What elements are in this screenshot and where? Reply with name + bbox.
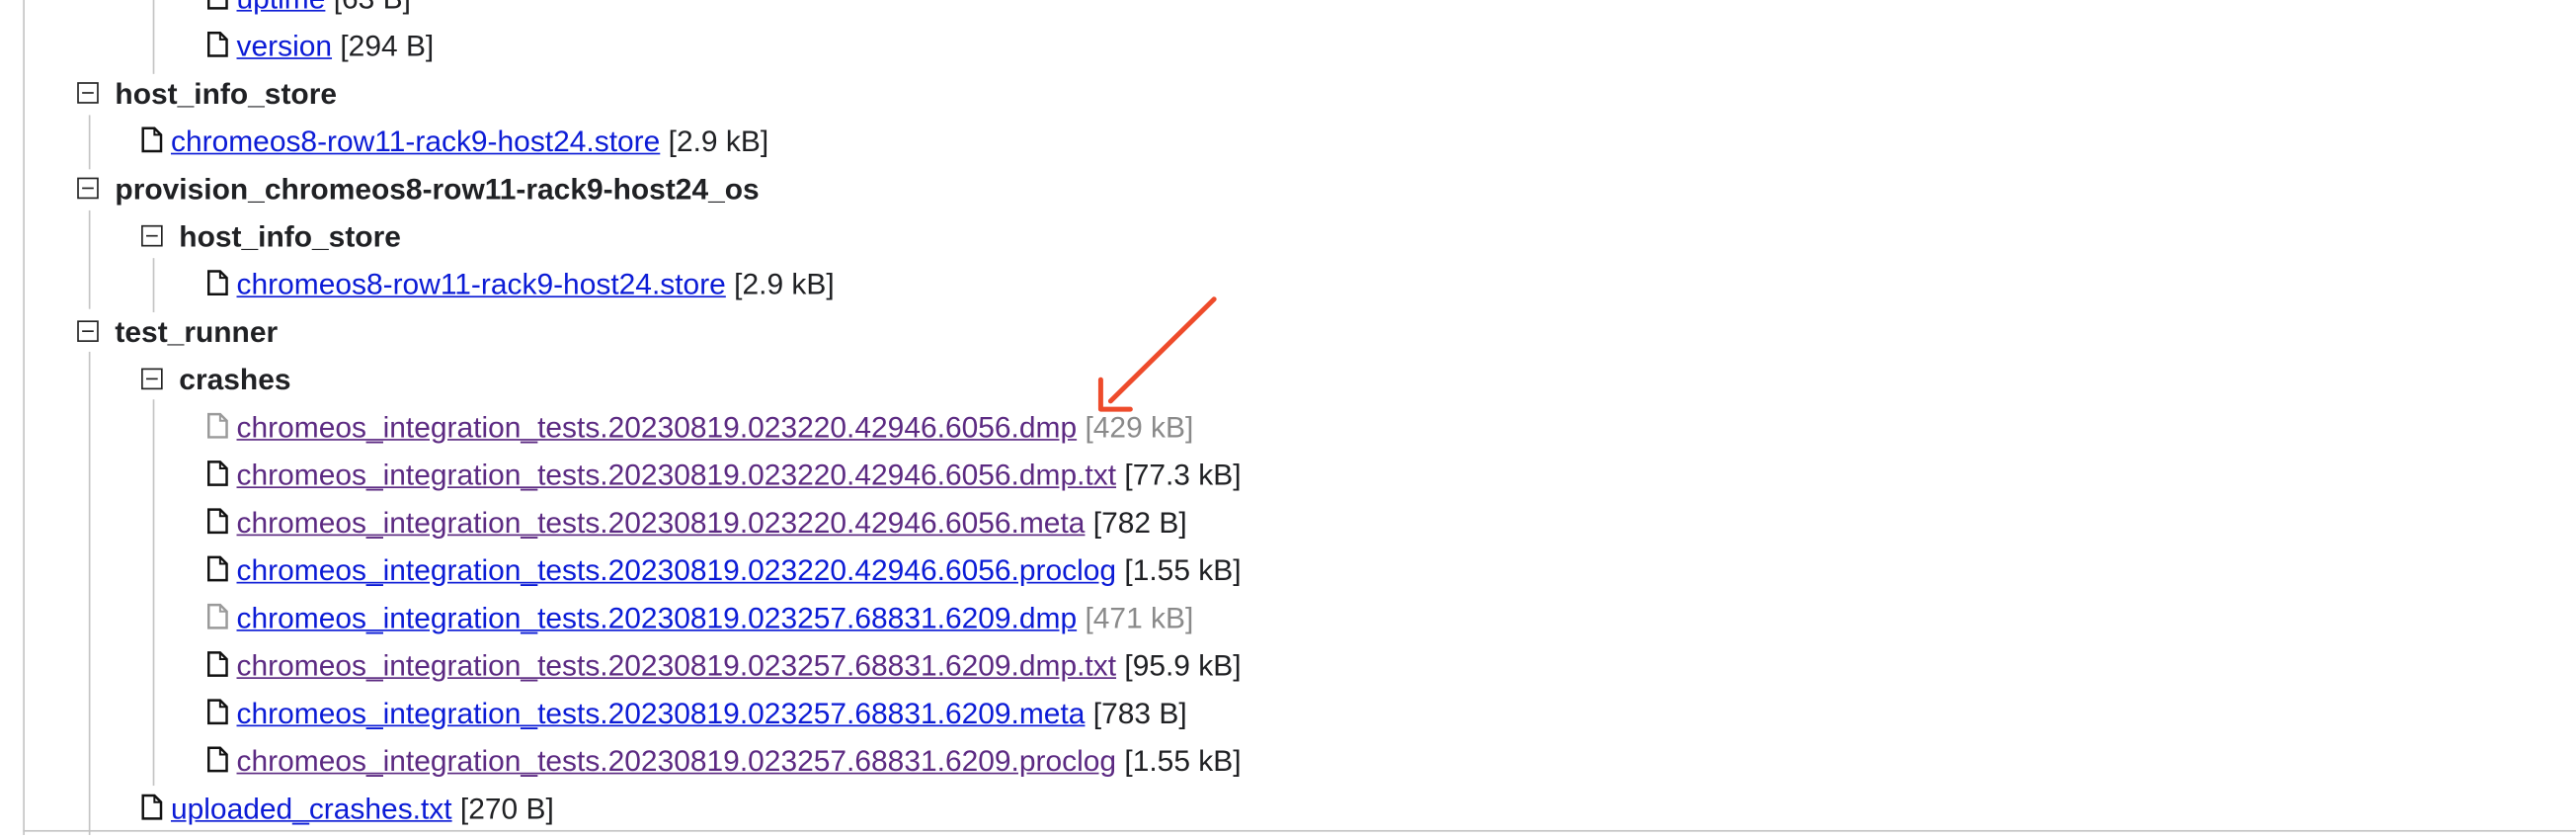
collapse-toggle-icon[interactable] — [77, 177, 99, 200]
tree-folder-row: provision_chromeos8-row11-rack9-host24_o… — [77, 166, 760, 213]
folder-name: test_runner — [115, 315, 279, 349]
file-link[interactable]: chromeos_integration_tests.20230819.0232… — [237, 649, 1117, 682]
file-icon — [206, 555, 229, 582]
file-icon — [206, 699, 229, 725]
file-icon — [206, 270, 229, 296]
tree-file-row: chromeos8-row11-rack9-host24.store [2.9 k… — [206, 261, 835, 308]
file-link[interactable]: chromeos8-row11-rack9-host24.store — [237, 268, 726, 300]
tree-file-row: chromeos_integration_tests.20230819.0232… — [206, 691, 1187, 738]
file-icon — [206, 461, 229, 487]
file-link[interactable]: chromeos_integration_tests.20230819.0232… — [237, 554, 1117, 587]
folder-name: host_info_store — [115, 77, 338, 111]
tree-file-row: chromeos_integration_tests.20230819.0232… — [206, 595, 1194, 642]
file-size: [429 kB] — [1085, 410, 1194, 445]
tree-file-row: uptime [63 B] — [206, 0, 411, 23]
folder-name: provision_chromeos8-row11-rack9-host24_o… — [115, 172, 760, 206]
file-size: [2.9 kB] — [668, 125, 769, 158]
file-icon — [141, 126, 163, 153]
collapse-toggle-icon[interactable] — [77, 320, 99, 342]
file-size: [95.9 kB] — [1124, 649, 1242, 683]
file-icon — [206, 651, 229, 678]
file-icon — [206, 412, 229, 439]
tree-file-row: chromeos_integration_tests.20230819.0232… — [206, 404, 1194, 452]
file-size: [471 kB] — [1085, 601, 1194, 635]
folder-name: host_info_store — [179, 219, 401, 254]
file-link[interactable]: chromeos_integration_tests.20230819.0232… — [237, 459, 1117, 491]
file-link[interactable]: chromeos_integration_tests.20230819.0232… — [237, 602, 1078, 634]
folder-name: crashes — [179, 363, 291, 396]
tree-guide-line — [88, 351, 91, 835]
file-icon — [206, 32, 229, 58]
file-link[interactable]: chromeos8-row11-rack9-host24.store — [171, 125, 660, 157]
tree-folder-row: test_runner — [77, 309, 278, 357]
file-size: [63 B] — [334, 0, 411, 15]
tree-file-row: version [294 B] — [206, 23, 435, 70]
file-tree-view: uptime[63 B]version[294 B]host_info_stor… — [0, 0, 2576, 835]
file-icon — [206, 508, 229, 535]
tree-file-row: uploaded_crashes.txt [270 B] — [141, 786, 554, 833]
file-link[interactable]: chromeos_integration_tests.20230819.0232… — [237, 411, 1078, 444]
tree-guide-line — [152, 0, 155, 74]
tree-guide-line — [88, 115, 91, 170]
file-link[interactable]: uptime — [237, 0, 326, 15]
tree-folder-row: host_info_store — [77, 71, 337, 119]
tree-guide-line — [152, 258, 155, 313]
tree-file-row: chromeos_integration_tests.20230819.0232… — [206, 738, 1242, 786]
file-size: [1.55 kB] — [1124, 553, 1242, 587]
tree-file-row: chromeos8-row11-rack9-host24.store [2.9 k… — [141, 119, 768, 166]
tree-folder-row: crashes — [141, 357, 291, 404]
file-link[interactable]: uploaded_crashes.txt — [171, 793, 452, 825]
file-icon — [206, 746, 229, 773]
tree-guide-line — [23, 0, 25, 835]
collapse-toggle-icon[interactable] — [77, 82, 99, 104]
tree-file-row: chromeos_integration_tests.20230819.0232… — [206, 452, 1242, 499]
tree-folder-row: host_info_store — [141, 213, 401, 261]
tree-file-row: chromeos_integration_tests.20230819.0232… — [206, 500, 1187, 547]
tree-file-row: chromeos_integration_tests.20230819.0232… — [206, 547, 1242, 595]
collapse-toggle-icon[interactable] — [141, 224, 163, 247]
file-size: [2.9 kB] — [734, 268, 835, 301]
file-link[interactable]: chromeos_integration_tests.20230819.0232… — [237, 744, 1117, 777]
file-size: [270 B] — [459, 792, 554, 825]
collapse-toggle-icon[interactable] — [141, 368, 163, 390]
file-icon — [206, 0, 229, 10]
file-icon — [141, 794, 163, 820]
tree-guide-line — [88, 210, 91, 309]
file-size: [783 B] — [1092, 697, 1187, 730]
file-size: [77.3 kB] — [1124, 459, 1242, 492]
file-link[interactable]: chromeos_integration_tests.20230819.0232… — [237, 697, 1086, 729]
file-link[interactable]: version — [237, 30, 333, 62]
file-size: [294 B] — [340, 29, 435, 63]
tree-file-row: chromeos_integration_tests.20230819.0232… — [206, 642, 1242, 690]
file-size: [782 B] — [1092, 506, 1187, 540]
tree-guide-line — [152, 399, 155, 787]
file-size: [1.55 kB] — [1124, 744, 1242, 778]
file-icon — [206, 603, 229, 629]
file-link[interactable]: chromeos_integration_tests.20230819.0232… — [237, 506, 1086, 539]
